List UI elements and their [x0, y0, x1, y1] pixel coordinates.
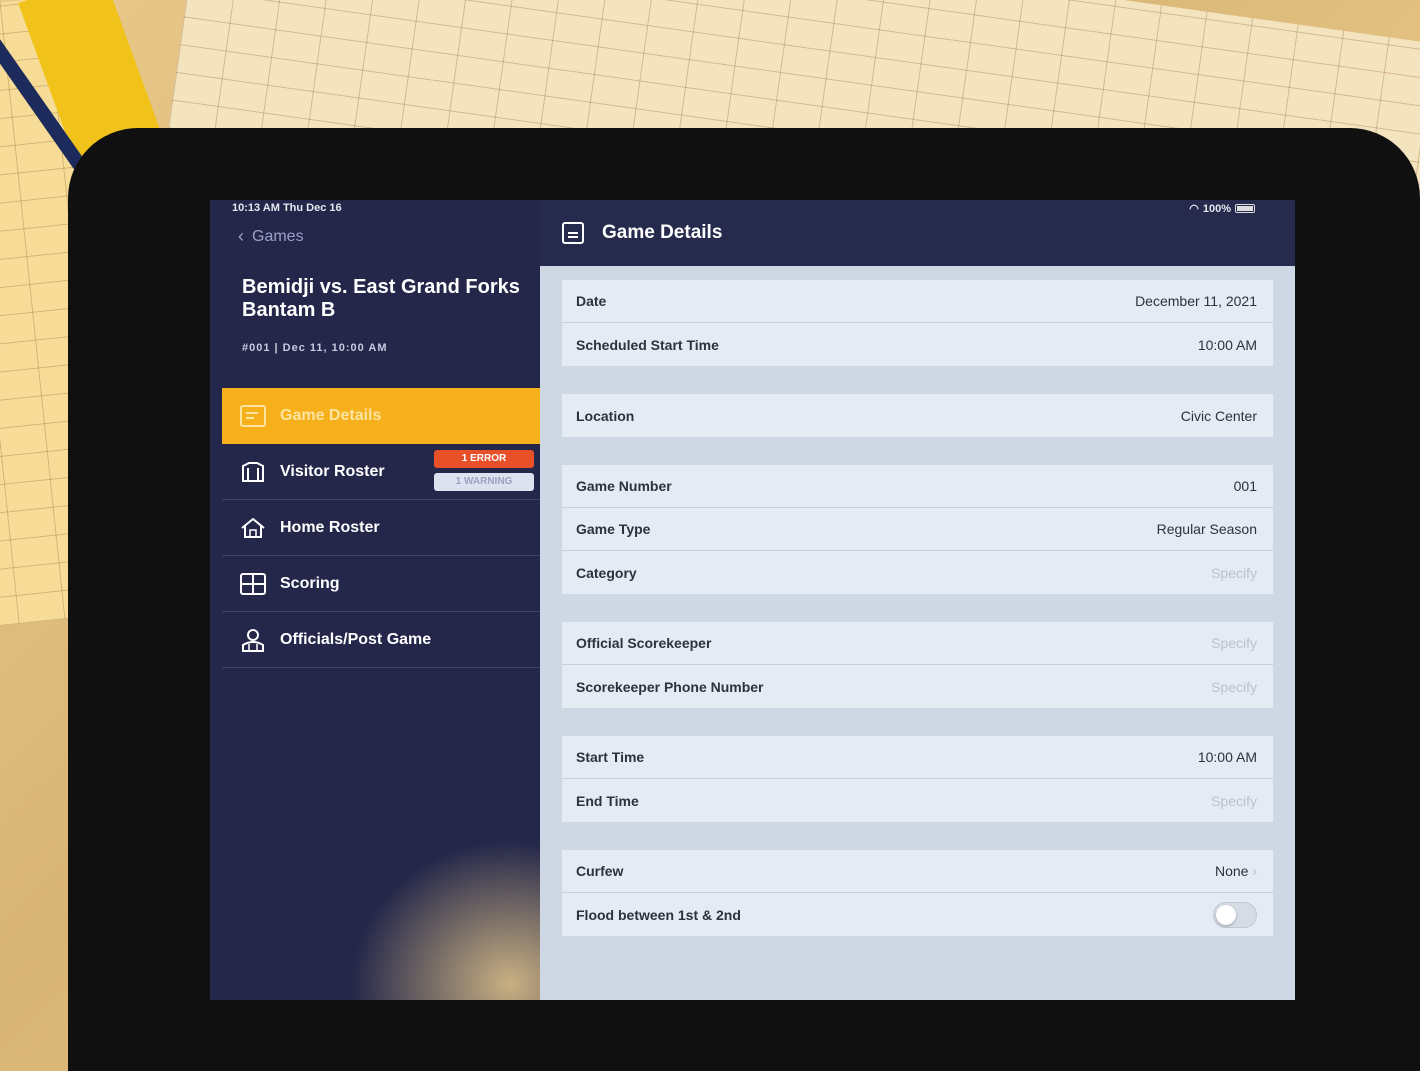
form-row-game-number[interactable]: Game Number 001 [562, 465, 1273, 508]
tablet-screen: ‹ Games Bemidji vs. East Grand Forks Ban… [210, 200, 1295, 1000]
row-label: End Time [576, 792, 639, 809]
row-value: 10:00 AM [1197, 336, 1257, 353]
status-bar: 10:13 AM Thu Dec 16 ◠ 100% [210, 200, 1295, 220]
row-label: Official Scorekeeper [576, 635, 712, 651]
back-label: Games [252, 227, 304, 245]
screen-glare [350, 840, 550, 1000]
game-meta: #001 | Dec 11, 10:00 AM [242, 342, 388, 354]
row-label: Date [576, 293, 607, 309]
row-label: Category [576, 564, 637, 581]
error-badge: 1 ERROR [434, 450, 534, 468]
row-value: None › [1215, 863, 1257, 879]
row-value: Regular Season [1156, 521, 1257, 537]
status-time: 10:13 AM Thu Dec 16 [232, 202, 342, 214]
list-icon [238, 404, 268, 428]
chevron-left-icon: ‹ [238, 226, 244, 246]
row-label: Game Number [576, 478, 672, 494]
row-value: 001 [1233, 478, 1257, 494]
row-value: Specify [1211, 635, 1257, 651]
warning-badge: 1 WARNING [434, 473, 534, 491]
form-row-location[interactable]: Location Civic Center [562, 394, 1273, 437]
row-value: Specify [1211, 564, 1257, 581]
sidebar-item-label: Scoring [280, 574, 340, 592]
sidebar-item-home-roster[interactable]: Home Roster [222, 500, 540, 556]
row-value: 10:00 AM [1197, 749, 1257, 765]
form-group-times: Start Time 10:00 AM End Time Specify [562, 736, 1273, 822]
jersey-icon [238, 460, 268, 484]
referee-icon [238, 628, 268, 652]
chevron-right-icon: › [1252, 863, 1257, 879]
row-label: Flood between 1st & 2nd [576, 906, 741, 923]
detail-form: Date December 11, 2021 Scheduled Start T… [540, 266, 1295, 1000]
sidebar-nav: Game Details Visitor Roster 1 ERROR 1 WA… [222, 388, 540, 668]
row-value: Civic Center [1180, 407, 1257, 424]
status-right: ◠ 100% [1189, 202, 1255, 215]
form-group-location: Location Civic Center [562, 394, 1273, 437]
scoreboard-icon [238, 572, 268, 596]
form-row-flood: Flood between 1st & 2nd [562, 893, 1273, 936]
form-group-curfew: Curfew None › Flood between 1st & 2nd [562, 850, 1273, 936]
form-row-start-time[interactable]: Start Time 10:00 AM [562, 736, 1273, 779]
form-row-category[interactable]: Category Specify [562, 551, 1273, 594]
form-row-scorekeeper-phone[interactable]: Scorekeeper Phone Number Specify [562, 665, 1273, 708]
form-group-game-info: Game Number 001 Game Type Regular Season… [562, 465, 1273, 594]
form-group-schedule: Date December 11, 2021 Scheduled Start T… [562, 280, 1273, 366]
row-label: Location [576, 407, 635, 424]
battery-percent: 100% [1202, 202, 1231, 215]
form-row-official-scorekeeper[interactable]: Official Scorekeeper Specify [562, 622, 1273, 665]
row-label: Scorekeeper Phone Number [576, 678, 764, 695]
sidebar-item-label: Game Details [280, 407, 382, 424]
sidebar-item-label: Officials/Post Game [280, 630, 432, 648]
flood-toggle[interactable] [1213, 901, 1257, 928]
form-row-scheduled-start-time[interactable]: Scheduled Start Time 10:00 AM [562, 323, 1273, 366]
row-value: Specify [1211, 792, 1257, 809]
sidebar-item-scoring[interactable]: Scoring [222, 556, 540, 612]
form-group-scorekeeper: Official Scorekeeper Specify Scorekeeper… [562, 622, 1273, 708]
wifi-icon: ◠ [1189, 203, 1199, 215]
sidebar-item-officials-post-game[interactable]: Officials/Post Game [222, 612, 540, 668]
sidebar-item-visitor-roster[interactable]: Visitor Roster 1 ERROR 1 WARNING [222, 444, 540, 500]
row-label: Scheduled Start Time [576, 336, 719, 353]
page-title: Game Details [602, 222, 723, 243]
sidebar-item-label: Visitor Roster [280, 462, 385, 480]
curfew-value: None [1214, 863, 1249, 879]
row-label: Curfew [576, 863, 624, 879]
details-icon [562, 222, 584, 244]
sidebar: ‹ Games Bemidji vs. East Grand Forks Ban… [210, 200, 550, 1000]
detail-pane: Game Details Date December 11, 2021 Sche… [540, 200, 1295, 1000]
row-label: Start Time [576, 749, 645, 765]
home-icon [238, 516, 268, 540]
battery-icon [1235, 204, 1255, 213]
form-row-end-time[interactable]: End Time Specify [562, 779, 1273, 822]
sidebar-item-label: Home Roster [280, 518, 380, 536]
row-value: December 11, 2021 [1135, 293, 1257, 309]
form-row-curfew[interactable]: Curfew None › [562, 850, 1273, 893]
row-label: Game Type [576, 521, 651, 537]
form-row-game-type[interactable]: Game Type Regular Season [562, 508, 1273, 551]
back-button[interactable]: ‹ Games [238, 226, 304, 247]
sidebar-item-game-details[interactable]: Game Details [222, 388, 540, 444]
roster-badges: 1 ERROR 1 WARNING [434, 450, 534, 491]
game-title: Bemidji vs. East Grand Forks Bantam B [242, 276, 520, 321]
row-value: Specify [1211, 678, 1257, 695]
form-row-date[interactable]: Date December 11, 2021 [562, 280, 1273, 323]
